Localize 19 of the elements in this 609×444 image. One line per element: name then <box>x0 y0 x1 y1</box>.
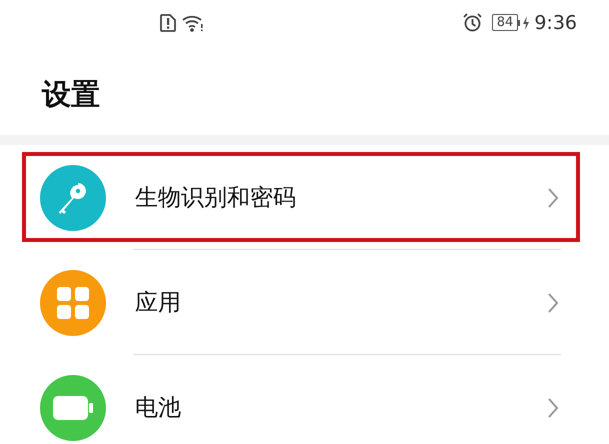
page-title: 设置 <box>42 76 101 113</box>
key-icon <box>58 180 88 214</box>
item-label: 电池 <box>135 394 182 423</box>
settings-item[interactable]: 电池 <box>0 355 609 444</box>
clock-time: 9:36 <box>534 12 577 34</box>
chevron-icon <box>547 186 559 208</box>
battery-level: 84 <box>492 14 518 31</box>
chevron-icon <box>547 292 559 314</box>
sim-alert-icon <box>160 14 176 32</box>
item-label: 应用 <box>135 289 182 318</box>
wifi-icon <box>182 14 204 32</box>
settings-item[interactable]: 生物识别和密码 <box>0 145 609 250</box>
item-label: 生物识别和密码 <box>135 184 297 213</box>
battery-icon <box>53 396 93 420</box>
settings-item[interactable]: 应用 <box>0 250 609 355</box>
grid-icon <box>56 286 90 320</box>
alarm-icon <box>462 13 482 32</box>
charging-icon <box>518 14 530 30</box>
chevron-icon <box>547 396 559 418</box>
